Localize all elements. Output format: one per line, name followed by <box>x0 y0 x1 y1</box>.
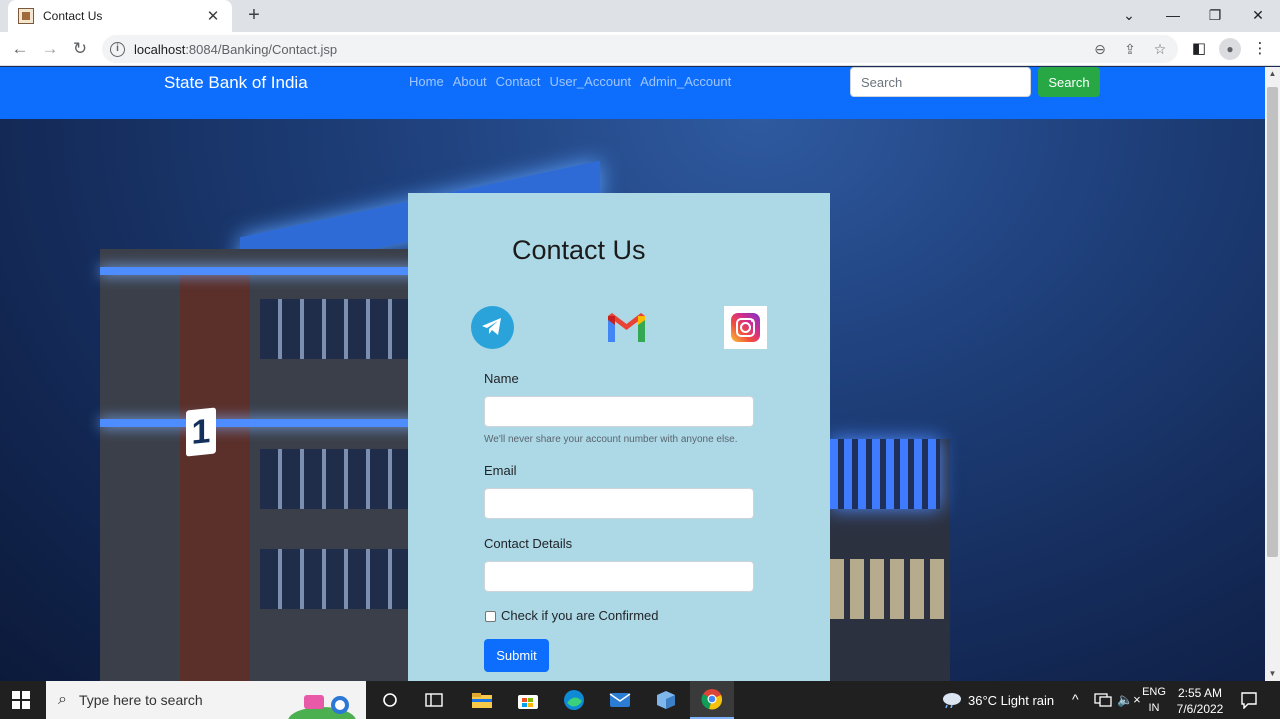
close-window-button[interactable]: ✕ <box>1236 0 1280 30</box>
nav-link-admin-account[interactable]: Admin_Account <box>640 74 731 89</box>
cloud-rain-icon[interactable] <box>940 690 962 708</box>
restore-button[interactable]: ❐ <box>1193 0 1237 30</box>
name-help-text: We'll never share your account number wi… <box>484 434 738 445</box>
bookmark-star-icon[interactable]: ☆ <box>1150 40 1170 58</box>
taskbar-search-placeholder: Type here to search <box>78 692 203 708</box>
nav-link-home[interactable]: Home <box>409 74 444 89</box>
scrollbar-thumb[interactable] <box>1267 87 1278 557</box>
browser-toolbar: ← → ↻ i localhost:8084/Banking/Contact.j… <box>0 32 1280 66</box>
contact-form-card: Contact Us Name We'll never share your a… <box>408 193 830 681</box>
clock-date[interactable]: 7/6/2022 <box>1174 702 1226 716</box>
notifications-icon[interactable] <box>1240 691 1258 709</box>
mail-icon[interactable] <box>598 681 642 719</box>
building-light-band <box>100 419 420 427</box>
back-arrow-icon[interactable]: ← <box>8 37 32 61</box>
new-tab-button[interactable]: + <box>242 3 266 27</box>
instagram-icon[interactable] <box>724 306 767 349</box>
email-field[interactable] <box>484 488 754 519</box>
zoom-icon[interactable]: ⊖ <box>1090 40 1110 58</box>
gmail-icon[interactable] <box>605 306 648 349</box>
telegram-icon[interactable] <box>471 306 514 349</box>
url-path: :8084/Banking/Contact.jsp <box>185 41 338 57</box>
widgets-icon[interactable] <box>412 681 456 719</box>
contact-details-field[interactable] <box>484 561 754 592</box>
search-icon: ⌕ <box>58 691 67 708</box>
building-right-windows <box>830 559 950 619</box>
favicon-icon <box>18 8 34 24</box>
nav-link-contact[interactable]: Contact <box>496 74 541 89</box>
microsoft-store-icon[interactable] <box>506 681 550 719</box>
clock-time[interactable]: 2:55 AM <box>1174 686 1226 700</box>
minimize-button[interactable]: — <box>1151 0 1195 30</box>
edge-browser-icon[interactable] <box>552 681 596 719</box>
file-explorer-icon[interactable] <box>460 681 504 719</box>
site-navbar: State Bank of India Home About Contact U… <box>0 67 1265 119</box>
language-indicator-top[interactable]: ENG <box>1141 686 1167 698</box>
instagram-spot <box>751 319 754 322</box>
email-label: Email <box>484 463 517 478</box>
forward-arrow-icon[interactable]: → <box>38 37 62 61</box>
tab-search-chevron-icon[interactable]: ⌄ <box>1107 0 1151 30</box>
instagram-lens <box>740 322 751 333</box>
windows-taskbar: ⌕ Type here to search 36°C Light rain ^ <box>0 681 1280 719</box>
building-right-lights <box>830 439 940 509</box>
show-hidden-icons-chevron-icon[interactable]: ^ <box>1072 691 1079 707</box>
share-icon[interactable]: ⇪ <box>1120 40 1140 58</box>
page-title: Contact Us <box>512 235 646 265</box>
app-cube-icon[interactable] <box>644 681 688 719</box>
nav-link-about[interactable]: About <box>453 74 487 89</box>
browser-tab[interactable]: Contact Us ✕ <box>8 0 232 32</box>
volume-muted-icon[interactable]: 🔈× <box>1117 692 1141 708</box>
profile-avatar-icon[interactable]: ● <box>1219 38 1241 60</box>
taskbar-search-box[interactable]: ⌕ Type here to search <box>46 681 366 719</box>
search-highlight-art <box>288 695 356 719</box>
menu-kebab-icon[interactable]: ⋮ <box>1249 38 1271 60</box>
name-label: Name <box>484 371 519 386</box>
page-scrollbar[interactable]: ▲ ▼ <box>1265 67 1280 681</box>
scroll-up-arrow-icon[interactable]: ▲ <box>1265 67 1280 81</box>
page-viewport: 1 State Bank of India Home About Contact… <box>0 67 1265 681</box>
submit-button[interactable]: Submit <box>484 639 549 672</box>
reload-icon[interactable]: ↻ <box>68 37 92 61</box>
instagram-gradient <box>731 313 760 342</box>
building-sign-logo: 1 <box>186 407 216 457</box>
side-panel-icon[interactable]: ◧ <box>1188 38 1210 60</box>
address-bar[interactable]: i localhost:8084/Banking/Contact.jsp ⊖ ⇪… <box>102 35 1178 63</box>
task-view-icon[interactable] <box>368 681 412 719</box>
building-windows <box>260 549 410 609</box>
close-tab-icon[interactable]: ✕ <box>204 7 222 25</box>
building-windows <box>260 299 410 359</box>
browser-tab-strip: Contact Us ✕ + ⌄ — ❐ ✕ <box>0 0 1280 32</box>
language-indicator-bottom[interactable]: IN <box>1141 702 1167 714</box>
nav-links: Home About Contact User_Account Admin_Ac… <box>409 74 731 89</box>
confirm-checkbox[interactable] <box>485 611 496 622</box>
url-host: localhost <box>134 41 186 57</box>
site-info-icon[interactable]: i <box>110 41 125 57</box>
tab-title: Contact Us <box>43 9 103 23</box>
nav-link-user-account[interactable]: User_Account <box>549 74 631 89</box>
name-field[interactable] <box>484 396 754 427</box>
building-windows <box>260 449 410 509</box>
search-button[interactable]: Search <box>1038 67 1100 97</box>
chrome-browser-icon[interactable] <box>690 681 734 719</box>
scroll-down-arrow-icon[interactable]: ▼ <box>1265 667 1280 681</box>
building-column <box>180 269 250 681</box>
windows-start-icon[interactable] <box>12 691 30 709</box>
network-icon[interactable] <box>1094 693 1112 707</box>
brand-name[interactable]: State Bank of India <box>164 73 308 93</box>
confirm-checkbox-label[interactable]: Check if you are Confirmed <box>501 608 659 623</box>
search-input[interactable] <box>850 67 1031 97</box>
building-light-band <box>100 267 420 275</box>
contact-details-label: Contact Details <box>484 536 573 551</box>
weather-text[interactable]: 36°C Light rain <box>968 693 1054 708</box>
